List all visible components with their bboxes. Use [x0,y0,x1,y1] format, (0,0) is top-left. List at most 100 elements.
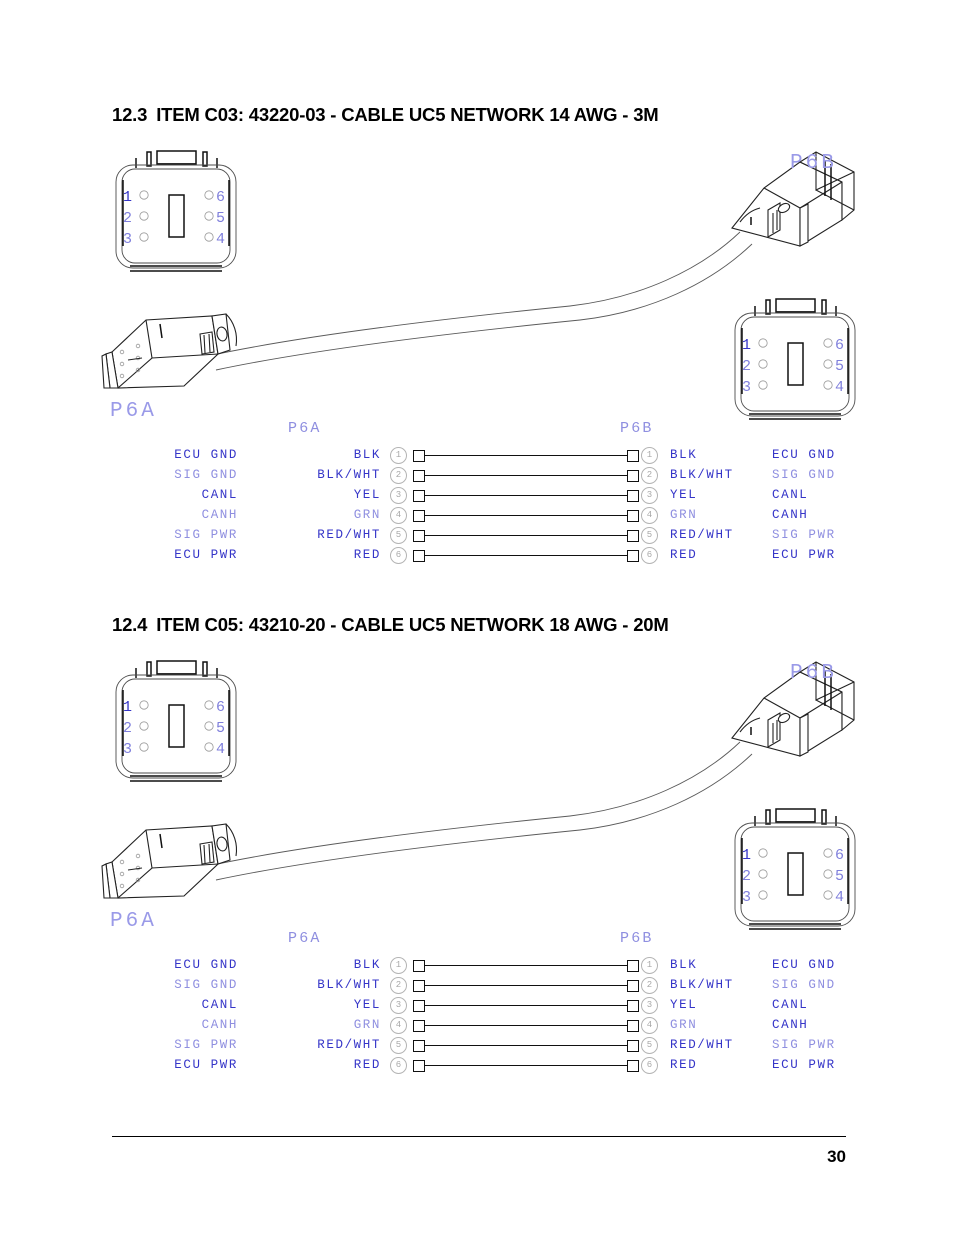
wire-line [424,965,628,966]
pin-table-12-3: P6A P6B ECU GND BLK 1 1 BLK ECU GND SIG … [100,420,860,565]
terminal-right [627,1000,639,1012]
pin-row: CANL YEL 3 3 YEL CANL [100,485,860,505]
pin-table-12-4: P6A P6B ECU GND BLK 1 1 BLK ECU GND SIG … [100,930,860,1075]
terminal-left [413,1020,425,1032]
face-pin-3: 3 [742,889,752,906]
pin-row: ECU PWR RED 6 6 RED ECU PWR [100,1055,860,1075]
pin-table-header-left: P6A [288,930,322,947]
pin-row: CANH GRN 4 4 GRN CANH [100,1015,860,1035]
terminal-right [627,1040,639,1052]
face-pin-4: 4 [835,379,845,396]
terminal-right [627,550,639,562]
signal-right: SIG GND [772,468,836,482]
connector-face-view-top-left: 1 2 3 6 5 4 [115,150,237,272]
wire-color-left: RED [353,1058,381,1072]
face-pin-5: 5 [835,868,845,885]
signal-left: ECU GND [174,958,238,972]
pin-number-left: 2 [390,467,407,484]
wire-color-left: YEL [353,488,381,502]
pin-row: SIG GND BLK/WHT 2 2 BLK/WHT SIG GND [100,465,860,485]
pin-number-left: 4 [390,1017,407,1034]
wire-line [424,535,628,536]
signal-right: CANH [772,1018,809,1032]
wire-color-left: RED/WHT [317,528,381,542]
section-heading-12-3: 12.3 ITEM C03: 43220-03 - CABLE UC5 NETWO… [112,104,659,126]
pin-row: CANL YEL 3 3 YEL CANL [100,995,860,1015]
wire-line [424,1045,628,1046]
signal-left: SIG GND [174,978,238,992]
plug-body-p6a [101,823,238,899]
wire-color-left: BLK [353,958,381,972]
signal-left: SIG GND [174,468,238,482]
face-pin-4: 4 [216,741,226,758]
face-pin-3: 3 [123,231,133,248]
wire-line [424,1065,628,1066]
face-pin-2: 2 [123,210,133,227]
pin-number-left: 5 [390,527,407,544]
pin-number-right: 3 [641,997,658,1014]
terminal-right [627,470,639,482]
signal-left: SIG PWR [174,528,238,542]
face-pin-4: 4 [835,889,845,906]
wire-color-left: BLK/WHT [317,468,381,482]
section-title: ITEM C03: 43220-03 - CABLE UC5 NETWORK 1… [156,104,659,125]
wire-color-left: BLK [353,448,381,462]
face-pin-6: 6 [216,189,226,206]
pin-row: ECU GND BLK 1 1 BLK ECU GND [100,955,860,975]
face-pin-3: 3 [123,741,133,758]
wire-color-left: GRN [353,1018,381,1032]
face-pin-6: 6 [835,337,845,354]
pin-number-right: 1 [641,447,658,464]
pin-row: SIG GND BLK/WHT 2 2 BLK/WHT SIG GND [100,975,860,995]
terminal-left [413,470,425,482]
connector-face-view-bottom-right: 1 2 3 6 5 4 [734,298,856,420]
pin-number-left: 3 [390,997,407,1014]
face-pin-6: 6 [216,699,226,716]
terminal-right [627,1060,639,1072]
pin-number-right: 4 [641,1017,658,1034]
pin-table-header-right: P6B [620,420,654,437]
terminal-right [627,1020,639,1032]
pin-number-right: 3 [641,487,658,504]
face-pin-6: 6 [835,847,845,864]
plug-body-p6a [101,313,238,389]
face-pin-5: 5 [216,210,226,227]
wire-color-left: GRN [353,508,381,522]
face-pin-3: 3 [742,379,752,396]
face-pin-1: 1 [742,847,752,864]
face-pin-1: 1 [742,337,752,354]
pin-number-right: 6 [641,1057,658,1074]
pin-number-right: 2 [641,467,658,484]
signal-left: ECU PWR [174,548,238,562]
terminal-right [627,960,639,972]
face-pin-1: 1 [123,189,133,206]
pin-table-header-right: P6B [620,930,654,947]
connector-face-view-bottom-right: 1 2 3 6 5 4 [734,808,856,930]
terminal-left [413,960,425,972]
cable-drawing-12-4: 1 2 3 6 5 4 1 2 3 6 5 4 P6B P6A [100,648,860,948]
wire-line [424,1025,628,1026]
pin-number-left: 2 [390,977,407,994]
terminal-left [413,510,425,522]
pin-row: SIG PWR RED/WHT 5 5 RED/WHT SIG PWR [100,525,860,545]
terminal-left [413,1060,425,1072]
document-page: 12.3 ITEM C03: 43220-03 - CABLE UC5 NETWO… [0,0,954,1235]
signal-right: SIG GND [772,978,836,992]
signal-left: SIG PWR [174,1038,238,1052]
pin-number-right: 6 [641,547,658,564]
wire-line [424,555,628,556]
pin-number-left: 1 [390,957,407,974]
terminal-left [413,490,425,502]
terminal-right [627,450,639,462]
wire-line [424,985,628,986]
pin-number-right: 5 [641,527,658,544]
connector-label-p6b: P6B [790,662,837,685]
pin-number-left: 6 [390,1057,407,1074]
connector-face-view-top-left: 1 2 3 6 5 4 [115,660,237,782]
wire-line [424,515,628,516]
signal-left: ECU GND [174,448,238,462]
terminal-right [627,490,639,502]
pin-number-left: 3 [390,487,407,504]
face-pin-2: 2 [742,358,752,375]
signal-right: ECU PWR [772,548,836,562]
